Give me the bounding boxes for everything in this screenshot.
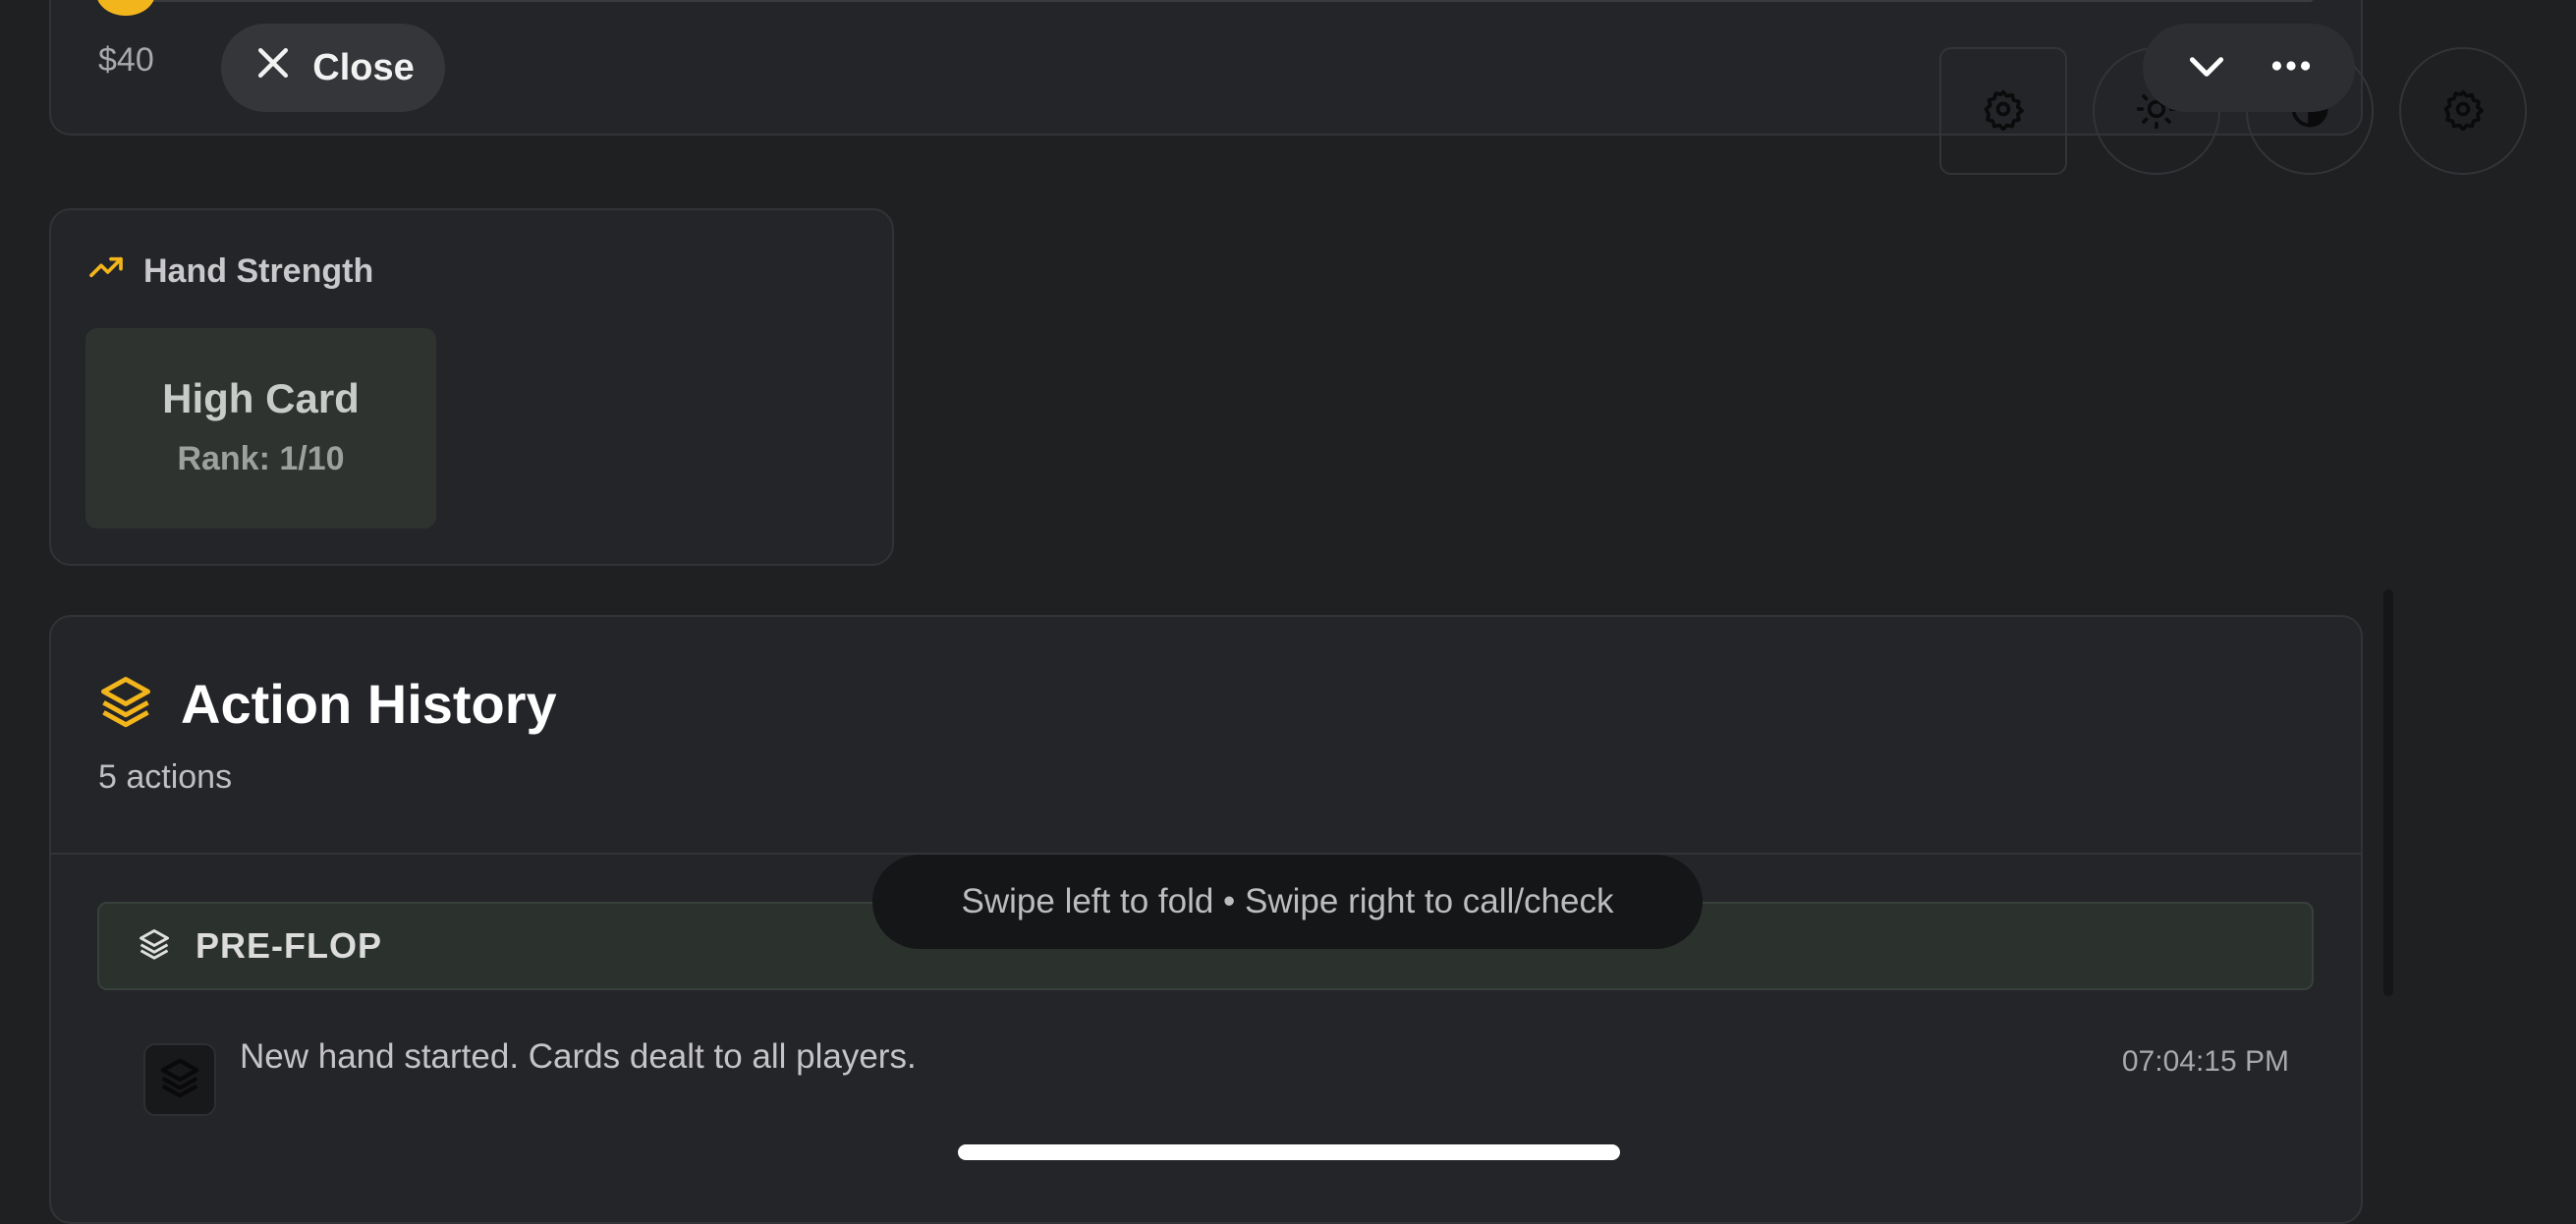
layers-icon — [137, 926, 172, 967]
hand-strength-header: Hand Strength — [86, 248, 373, 296]
close-icon — [252, 41, 295, 94]
chevron-down-icon[interactable] — [2182, 41, 2231, 95]
bet-min-label: $40 — [98, 41, 154, 79]
action-entry-icon — [143, 1043, 216, 1116]
close-button-label: Close — [312, 46, 415, 88]
hand-rank: Rank: 1/10 — [177, 440, 345, 477]
hand-rank-box: High Card Rank: 1/10 — [85, 328, 436, 529]
action-history-header: Action History — [96, 672, 557, 736]
window-controls — [2143, 24, 2355, 112]
hand-name: High Card — [162, 375, 360, 421]
hand-strength-title: Hand Strength — [143, 252, 374, 290]
home-indicator[interactable] — [958, 1144, 1620, 1160]
scrollbar[interactable] — [2383, 589, 2393, 996]
trending-up-icon — [86, 248, 126, 296]
swipe-hint-toast: Swipe left to fold • Swipe right to call… — [872, 855, 1703, 949]
action-entry-time: 07:04:15 PM — [2121, 1045, 2289, 1078]
action-entry-text: New hand started. Cards dealt to all pla… — [240, 1037, 917, 1076]
more-horizontal-icon[interactable] — [2267, 41, 2316, 95]
settings-button[interactable] — [1939, 47, 2067, 175]
gear-icon — [2441, 87, 2485, 136]
layers-icon — [157, 1055, 202, 1105]
action-count: 5 actions — [98, 758, 233, 796]
action-history-title: Action History — [181, 673, 557, 735]
close-button[interactable]: Close — [221, 24, 445, 112]
stage-label: PRE-FLOP — [196, 925, 383, 966]
gear-icon — [1982, 87, 2025, 136]
layers-icon — [96, 672, 155, 736]
settings-alt-button[interactable] — [2399, 47, 2527, 175]
bet-slider-track[interactable] — [98, 0, 2314, 2]
